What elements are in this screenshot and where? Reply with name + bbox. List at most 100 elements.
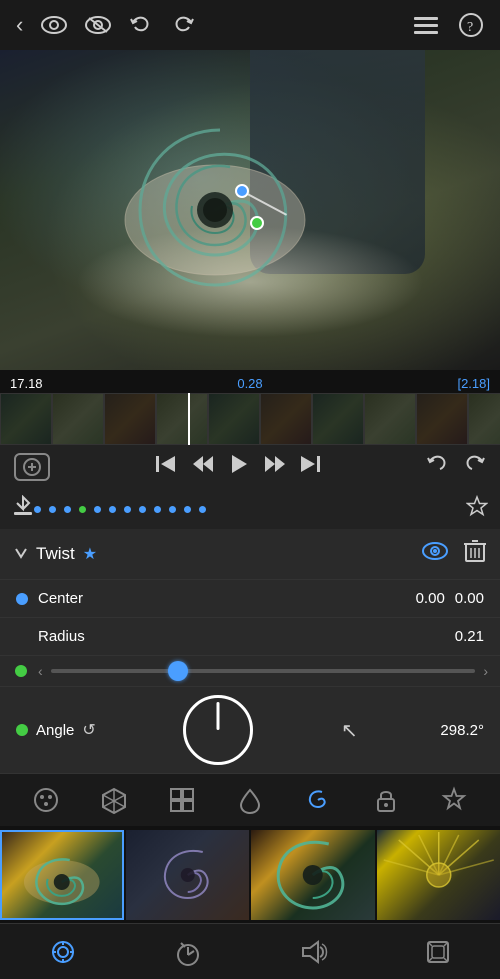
keyframe-dot (169, 506, 176, 513)
keyframe-dot (34, 506, 41, 513)
center-param-name: Center (38, 590, 83, 607)
slider-right-arrow[interactable]: › (483, 663, 488, 679)
effect-visibility-icon[interactable] (422, 541, 448, 567)
timeline-thumb (468, 393, 500, 445)
effect-thumb-img-twist (0, 830, 124, 920)
step-back-button[interactable] (191, 454, 213, 480)
angle-row: Angle ↺ ↖ 298.2° (0, 686, 500, 773)
keyframe-dot (79, 506, 86, 513)
timeline-section: 17.18 0.28 [2.18] (0, 370, 500, 445)
keyframe-dot (49, 506, 56, 513)
nav-audio-button[interactable] (291, 930, 335, 974)
timeline-thumb (416, 393, 468, 445)
filter-tab-palette[interactable] (28, 782, 64, 818)
top-bar-left: ‹ (16, 12, 195, 38)
add-layer-button[interactable] (14, 453, 50, 481)
radius-param-values: 0.21 (455, 628, 484, 645)
center-x-value: 0.00 (416, 590, 445, 607)
center-param-left: Center (16, 590, 83, 607)
keyframe-dot (184, 506, 191, 513)
transport-bar (0, 445, 500, 489)
timeline-thumb (0, 393, 52, 445)
center-param-values: 0.00 0.00 (416, 590, 484, 607)
angle-dot (16, 724, 28, 736)
filter-tab-grid[interactable] (164, 782, 200, 818)
filter-tab-spiral[interactable] (300, 782, 336, 818)
timeline-time-left: 17.18 (10, 376, 43, 391)
keyframe-download-icon[interactable] (12, 495, 34, 523)
effect-header-left: Twist ★ (14, 544, 97, 564)
angle-dial-container[interactable] (178, 695, 258, 765)
bottom-nav (0, 923, 500, 979)
help-icon[interactable]: ? (458, 12, 484, 38)
timeline-time-center: 0.28 (237, 376, 262, 391)
effect-title: Twist (36, 544, 75, 564)
transport-redo-button[interactable] (462, 453, 486, 481)
keyframe-dot (64, 506, 71, 513)
keyframe-dot (94, 506, 101, 513)
top-bar: ‹ (0, 0, 500, 50)
step-fwd-button[interactable] (263, 454, 285, 480)
effect-header-right (422, 539, 486, 569)
radius-slider-row: ‹ › (0, 655, 500, 686)
angle-value: 298.2° (440, 722, 484, 739)
timeline-thumb (312, 393, 364, 445)
angle-reset-icon[interactable]: ↺ (82, 720, 95, 740)
effect-delete-icon[interactable] (464, 539, 486, 569)
filter-tab-3d[interactable] (96, 782, 132, 818)
menu-icon[interactable] (412, 14, 440, 36)
back-button[interactable]: ‹ (16, 12, 23, 38)
keyframe-bar (0, 489, 500, 529)
timeline-thumb (208, 393, 260, 445)
effect-thumb-img-bigtwist (251, 830, 375, 920)
top-bar-right: ? (412, 12, 484, 38)
undo-button[interactable] (129, 14, 153, 36)
center-param-row: Center 0.00 0.00 (0, 579, 500, 617)
center-y-value: 0.00 (455, 590, 484, 607)
keyframe-star-icon[interactable] (466, 495, 488, 523)
radius-slider-thumb[interactable] (168, 661, 188, 681)
nav-speed-button[interactable] (166, 930, 210, 974)
green-dot-slider (12, 662, 30, 680)
nav-layers-button[interactable] (416, 930, 460, 974)
timeline-numbers: 17.18 0.28 [2.18] (0, 374, 500, 393)
keyframe-dot (154, 506, 161, 513)
effect-chevron-icon[interactable] (14, 546, 28, 562)
spiral-overlay (105, 100, 325, 320)
filter-tab-favorites[interactable] (436, 782, 472, 818)
skip-end-button[interactable] (299, 454, 321, 480)
filter-tab-drop[interactable] (232, 782, 268, 818)
visibility-off-icon[interactable] (85, 15, 111, 35)
effect-thumb-twist[interactable]: Twist (0, 830, 124, 935)
radius-param-name: Radius (38, 628, 85, 645)
angle-cursor-icon: ↖ (341, 718, 358, 743)
transport-right (426, 453, 486, 481)
radius-param-row: Radius 0.21 (0, 617, 500, 655)
filter-tab-lock[interactable] (368, 782, 404, 818)
effect-star-icon[interactable]: ★ (83, 544, 97, 564)
angle-dial[interactable] (183, 695, 253, 765)
skip-start-button[interactable] (155, 454, 177, 480)
redo-button[interactable] (171, 14, 195, 36)
radius-value: 0.21 (455, 628, 484, 645)
angle-left: Angle ↺ (16, 720, 96, 740)
timeline-thumb (260, 393, 312, 445)
keyframe-dots (34, 506, 466, 513)
effect-thumb-twirl[interactable]: Twirl (126, 830, 250, 935)
keyframe-dot (124, 506, 131, 513)
effect-thumb-edgerays[interactable]: Edge Rays (377, 830, 500, 935)
visibility-icon[interactable] (41, 15, 67, 35)
effect-thumb-img-twirl (126, 830, 250, 920)
slider-left-arrow[interactable]: ‹ (38, 663, 43, 679)
angle-label: Angle (36, 722, 74, 739)
nav-effects-button[interactable] (41, 930, 85, 974)
transport-undo-button[interactable] (426, 453, 450, 481)
timeline-thumb (364, 393, 416, 445)
play-button[interactable] (227, 453, 249, 481)
timeline-strip[interactable] (0, 393, 500, 445)
transport-left (14, 453, 50, 481)
timeline-time-right: [2.18] (457, 376, 490, 391)
radius-slider-track[interactable] (51, 669, 476, 673)
effect-thumb-bigtwist[interactable]: Big Twist (251, 830, 375, 935)
timeline-thumb (52, 393, 104, 445)
